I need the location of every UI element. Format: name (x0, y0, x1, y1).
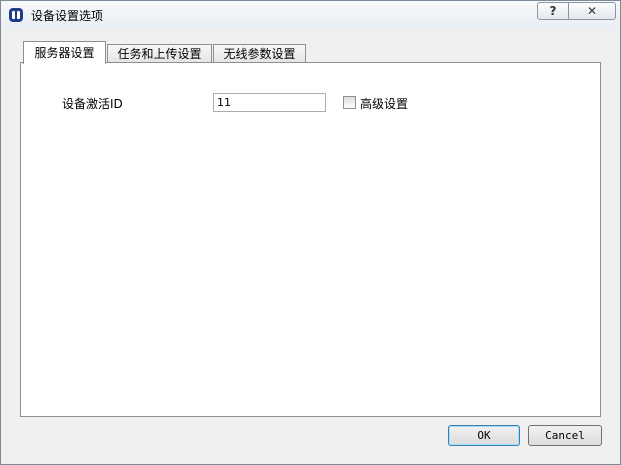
close-button[interactable]: ✕ (569, 2, 616, 20)
tab-task-upload-settings[interactable]: 任务和上传设置 (107, 44, 212, 64)
cancel-button[interactable]: Cancel (528, 425, 602, 446)
title-bar[interactable]: 设备设置选项 ? ✕ (1, 1, 620, 29)
activation-id-input[interactable] (213, 93, 326, 112)
dialog-window: 设备设置选项 ? ✕ 服务器设置 任务和上传设置 无线参数设置 设备激活ID 高… (0, 0, 621, 465)
tab-panel: 设备激活ID 高级设置 (20, 62, 601, 417)
advanced-settings-checkbox[interactable] (343, 96, 356, 109)
window-title: 设备设置选项 (31, 9, 104, 23)
ok-button[interactable]: OK (448, 425, 520, 446)
activation-id-label: 设备激活ID (62, 97, 123, 111)
tab-server-settings[interactable]: 服务器设置 (23, 41, 106, 64)
advanced-settings-label[interactable]: 高级设置 (360, 95, 408, 112)
app-icon (9, 8, 23, 22)
tab-wireless-settings[interactable]: 无线参数设置 (213, 44, 306, 64)
help-button[interactable]: ? (537, 2, 569, 20)
